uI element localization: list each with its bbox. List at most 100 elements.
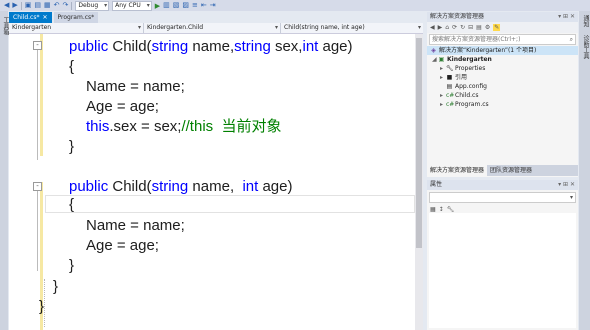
chevron-down-icon: ▾ [274,24,278,31]
wrench-icon: 🔧︎ [446,65,454,72]
forward-icon[interactable]: ▶ [438,24,443,31]
tree-item-program-cs[interactable]: ▸ c#Program.cs [427,100,578,109]
notifications-tab[interactable]: 通知 [581,15,590,27]
properties-title: 属性 ▾ ⊞ ✕ [427,180,578,190]
diagnostic-tools-tab[interactable]: 诊断工具 [581,35,590,59]
properties-icon[interactable]: ⚙ [485,24,490,31]
panel-title: 属性 [430,181,443,188]
chevron-down-icon: ▾ [417,24,421,31]
code-line-6[interactable]: } [69,138,74,156]
change-indicator [40,34,43,156]
panel-controls-icon[interactable]: ▾ ⊞ ✕ [558,180,575,190]
code-line-8[interactable]: { [69,196,74,214]
code-text: name, [188,38,235,55]
solution-explorer-toolbar: ◀ ▶ ⌂ ⟳ ↻ ⊟ ▤ ⚙ ✎ [427,22,578,33]
editor-scrollbar[interactable] [415,34,423,330]
tree-item-label: App.config [455,83,487,90]
code-line-13[interactable]: } [39,298,44,316]
code-line-10[interactable]: Age = age; [86,237,159,255]
tree-item-label: 解决方案“Kindergarten”(1 个项目) [439,47,537,54]
toolbar-separator [20,1,22,10]
tree-item-label: Program.cs [455,101,489,108]
tab-program-cs[interactable]: Program.cs* [53,12,99,23]
collapse-icon[interactable]: - [33,182,42,191]
code-line-9[interactable]: Name = name; [86,217,185,235]
tab-solution-explorer[interactable]: 解决方案资源管理器 [427,165,488,176]
new-project-icon[interactable]: ▣ [25,1,32,10]
tab-team-explorer[interactable]: 团队资源管理器 [487,165,535,176]
tree-item-references[interactable]: ▸ ■ 引用 [427,73,578,82]
keyword: int [302,38,319,55]
property-pages-icon[interactable]: 🔧︎ [447,206,455,213]
tab-label: Program.cs* [57,14,95,21]
undo-icon[interactable]: ↶ [54,1,60,10]
solution-icon: ◈ [431,47,436,54]
toolbar-icon[interactable]: ▥ [163,1,170,10]
navigation-bar: Kindergarten ▾ Kindergarten.Child ▾ Child(… [9,23,423,34]
categorized-icon[interactable]: ▦ [430,206,436,213]
tree-item-label: Child.cs [455,92,479,99]
code-line-4[interactable]: Age = age; [86,98,159,116]
tree-item-project[interactable]: ◢ ▣ Kindergarten [427,55,578,64]
line-number-gutter [9,34,31,330]
sync-icon[interactable]: ⟳ [452,24,457,31]
toolbar-icon[interactable]: ⇥ [210,1,216,10]
chevron-down-icon: ▾ [137,24,141,31]
back-icon[interactable]: ◀ [430,24,435,31]
search-icon[interactable]: ⌕ [570,35,573,44]
code-line-2[interactable]: { [69,58,74,76]
toolbar-icon[interactable]: ▧ [173,1,180,10]
code-line-5[interactable]: this.sex = sex;//this 当前对象 [86,118,281,136]
configuration-dropdown[interactable]: Debug [75,0,110,11]
properties-object-dropdown[interactable] [429,192,576,203]
current-line-highlight [45,195,415,213]
redo-icon[interactable]: ↷ [63,1,69,10]
collapse-icon[interactable]: - [33,41,42,50]
solution-explorer-bottom-tabs: 解决方案资源管理器 团队资源管理器 [427,165,578,176]
show-all-icon[interactable]: ▤ [476,24,482,31]
code-line-12[interactable]: } [53,278,58,296]
forward-icon[interactable]: ▶ [12,1,17,10]
tree-item-appconfig[interactable]: ▤ App.config [427,82,578,91]
keyword: string [151,38,189,55]
type-dropdown-value: Kindergarten.Child [147,24,204,31]
alphabetical-icon[interactable]: ↕ [439,206,444,213]
panel-title: 解决方案资源管理器 [430,13,485,20]
type-dropdown[interactable]: Kindergarten.Child ▾ [144,23,281,33]
tree-item-child-cs[interactable]: ▸ c#Child.cs [427,91,578,100]
project-dropdown[interactable]: Kindergarten ▾ [9,23,144,33]
solution-search-input[interactable]: 搜索解决方案资源管理器(Ctrl+;) ⌕ [429,34,576,45]
csharp-file-icon: c# [446,101,455,108]
code-line-11[interactable]: } [69,257,74,275]
csharp-project-icon: ▣ [438,56,445,63]
start-icon[interactable]: ▶ [155,2,160,10]
keyword: this [86,118,110,135]
code-line-1[interactable]: public Child(string name,string sex,int … [69,38,353,56]
code-line-7[interactable]: public Child(string name, int age) [69,178,293,196]
code-editor[interactable]: - - public Child(string name,string sex,… [9,34,415,330]
member-dropdown[interactable]: Child(string name, int age) ▾ [281,23,423,33]
collapse-all-icon[interactable]: ⊟ [468,24,473,31]
tree-item-properties[interactable]: ▸ 🔧︎Properties [427,64,578,73]
code-line-3[interactable]: Name = name; [86,78,185,96]
toolbar-icon[interactable]: ▨ [182,1,189,10]
platform-dropdown[interactable]: Any CPU [112,0,152,11]
panel-controls-icon[interactable]: ▾ ⊞ ✕ [558,12,575,22]
toolbar-icon[interactable]: ≡ [192,1,198,10]
close-icon[interactable]: ✕ [42,14,47,21]
preview-icon[interactable]: ✎ [493,24,501,31]
document-tabs: Child.cs* ✕ Program.cs* [9,12,100,23]
refresh-icon[interactable]: ↻ [460,24,465,31]
keyword: public [69,178,109,195]
open-icon[interactable]: ▤ [34,1,41,10]
home-icon[interactable]: ⌂ [445,24,449,31]
csharp-file-icon: c# [446,92,455,99]
save-icon[interactable]: ▦ [44,1,51,10]
toolbox-strip[interactable]: 工具箱 [0,11,9,330]
back-icon[interactable]: ◀ [4,1,9,10]
scrollbar-thumb[interactable] [416,38,422,248]
tree-item-solution[interactable]: ◈ 解决方案“Kindergarten”(1 个项目) [427,46,578,55]
toolbar-icon[interactable]: ⇤ [201,1,207,10]
keyword: public [69,38,109,55]
tab-child-cs[interactable]: Child.cs* ✕ [9,12,52,23]
